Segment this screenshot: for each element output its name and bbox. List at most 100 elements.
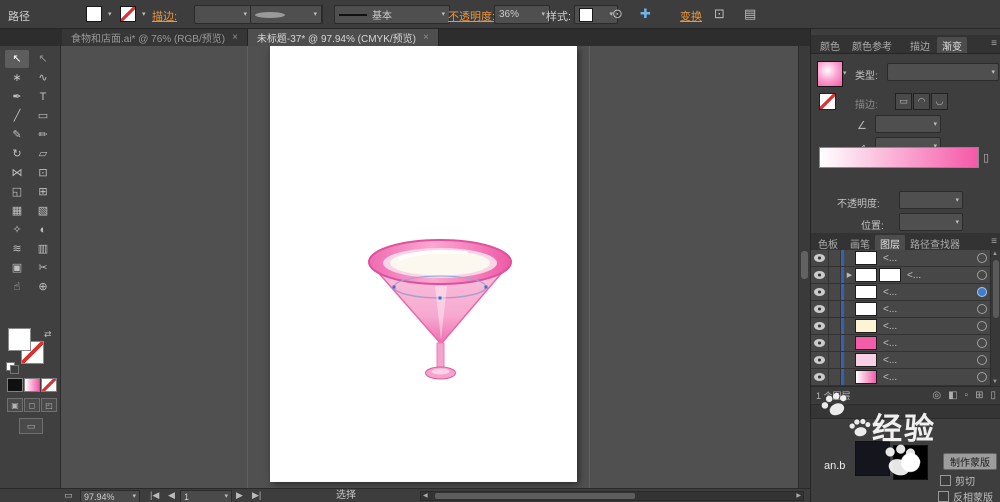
layer-label[interactable]: <...	[883, 253, 977, 264]
layer-target-icon[interactable]	[977, 270, 987, 280]
color-button[interactable]	[7, 378, 23, 392]
anchor-point[interactable]	[484, 285, 488, 289]
trash-icon[interactable]: ▯	[983, 151, 989, 164]
previous-artboard-icon[interactable]: ◀	[168, 491, 175, 500]
pencil-tool[interactable]: ✏	[31, 126, 55, 144]
canvas[interactable]	[60, 46, 810, 488]
brush-definition-dropdown[interactable]: 基本 ▾	[334, 5, 450, 24]
locate-object-icon[interactable]: ◎	[932, 390, 941, 401]
fill-color-dropdown[interactable]: ▾	[86, 6, 112, 22]
slice-tool[interactable]: ✂	[31, 259, 55, 277]
rectangle-tool[interactable]: ▭	[31, 107, 55, 125]
layer-label[interactable]: <...	[883, 321, 977, 332]
gradient-ramp[interactable]	[819, 147, 979, 168]
scale-tool[interactable]: ▱	[31, 145, 55, 163]
horizontal-scrollbar[interactable]: ◀ ▶	[420, 491, 804, 501]
screen-mode-button[interactable]: ▭	[19, 418, 43, 434]
lock-toggle[interactable]	[829, 352, 841, 368]
scroll-up-icon[interactable]: ▲	[992, 251, 998, 257]
lock-toggle[interactable]	[829, 267, 841, 283]
lock-toggle[interactable]	[829, 284, 841, 300]
anchor-point[interactable]	[392, 285, 396, 289]
vertical-guide-left[interactable]	[247, 46, 248, 488]
martini-glass-artwork[interactable]	[270, 46, 577, 482]
expand-icon[interactable]: ▶	[844, 271, 855, 279]
lock-toggle[interactable]	[829, 301, 841, 317]
vertical-scrollbar-thumb[interactable]	[801, 251, 808, 279]
vertical-scrollbar[interactable]	[798, 46, 810, 488]
stroke-color-dropdown[interactable]: ▾	[120, 6, 146, 22]
vertical-guide-right[interactable]	[589, 46, 590, 488]
layer-thumbnail[interactable]	[855, 268, 877, 282]
layer-thumbnail[interactable]	[855, 370, 877, 384]
lock-toggle[interactable]	[829, 250, 841, 266]
rotate-tool[interactable]: ↻	[5, 145, 29, 163]
swap-fill-stroke-icon[interactable]: ⇄	[44, 329, 52, 340]
close-icon[interactable]: ×	[423, 32, 429, 43]
magic-wand-tool[interactable]: ∗	[5, 69, 29, 87]
layer-label[interactable]: <...	[883, 287, 977, 298]
layer-thumbnail[interactable]	[855, 353, 877, 367]
object-thumbnail[interactable]	[855, 441, 890, 476]
draw-normal-button[interactable]: ▣	[7, 398, 23, 412]
layer-label[interactable]: <...	[883, 304, 977, 315]
stroke-panel-link[interactable]: 描边:	[152, 8, 177, 24]
stroke-weight-dropdown[interactable]: ▾	[194, 5, 252, 24]
symbol-sprayer-tool[interactable]: ≋	[5, 240, 29, 258]
make-mask-button[interactable]: 制作蒙版	[943, 453, 997, 470]
zoom-tool[interactable]: ⊕	[31, 278, 55, 296]
blend-tool[interactable]: ◐	[31, 221, 55, 239]
gradient-swatch[interactable]	[817, 61, 843, 87]
visibility-toggle[interactable]	[811, 335, 829, 351]
layer-thumbnail[interactable]	[879, 268, 901, 282]
last-artboard-icon[interactable]: ▶|	[252, 491, 261, 500]
opacity-dropdown[interactable]: 36% ▾	[494, 5, 550, 24]
layer-row[interactable]: <...	[811, 335, 1000, 352]
lock-toggle[interactable]	[829, 318, 841, 334]
layer-target-icon-selected[interactable]	[977, 287, 987, 297]
visibility-toggle[interactable]	[811, 284, 829, 300]
layer-label[interactable]: <...	[883, 338, 977, 349]
layer-thumbnail[interactable]	[855, 319, 877, 333]
visibility-toggle[interactable]	[811, 352, 829, 368]
layer-thumbnail[interactable]	[855, 285, 877, 299]
layer-row[interactable]: <...	[811, 369, 1000, 386]
width-tool[interactable]: ⋈	[5, 164, 29, 182]
tab-swatches[interactable]: 色板	[813, 235, 843, 251]
zoom-dropdown[interactable]: 97.94% ▾	[80, 490, 140, 502]
layer-row[interactable]: <...	[811, 352, 1000, 369]
none-button[interactable]	[41, 378, 57, 392]
column-graph-tool[interactable]: ▥	[31, 240, 55, 258]
layer-target-icon[interactable]	[977, 321, 987, 331]
layer-target-icon[interactable]	[977, 338, 987, 348]
gradient-type-dropdown[interactable]: ▾	[887, 63, 999, 81]
visibility-toggle[interactable]	[811, 250, 829, 266]
gradient-tool[interactable]: ▧	[31, 202, 55, 220]
fill-color-swatch[interactable]	[8, 328, 31, 351]
layers-scrollbar-thumb[interactable]	[993, 260, 999, 318]
tab-pathfinder[interactable]: 路径查找器	[905, 235, 965, 251]
scroll-right-icon[interactable]: ▶	[796, 493, 801, 499]
layer-label[interactable]: <...	[883, 372, 977, 383]
artboard[interactable]	[270, 46, 577, 482]
scroll-down-icon[interactable]: ▼	[992, 379, 998, 385]
layer-row[interactable]: <...	[811, 250, 1000, 267]
close-icon[interactable]: ×	[232, 32, 238, 43]
next-artboard-icon[interactable]: ▶	[236, 491, 243, 500]
width-profile-dropdown[interactable]: ▾	[250, 5, 322, 24]
gradient-button[interactable]	[24, 378, 40, 392]
more-options-icon[interactable]: ▤	[744, 7, 756, 20]
tab-color[interactable]: 颜色	[815, 37, 845, 53]
hand-tool[interactable]: ☝	[5, 278, 29, 296]
clip-checkbox-row[interactable]: 剪切	[940, 473, 975, 488]
anchor-point[interactable]	[438, 296, 442, 300]
draw-inside-button[interactable]: ◰	[41, 398, 57, 412]
artboard-tool[interactable]: ▣	[5, 259, 29, 277]
layer-thumbnail[interactable]	[855, 336, 877, 350]
delete-layer-icon[interactable]: ▯	[990, 390, 996, 401]
tab-layers[interactable]: 图层	[875, 235, 905, 251]
lock-toggle[interactable]	[829, 369, 841, 385]
tab-gradient[interactable]: 渐变	[937, 37, 967, 53]
layer-target-icon[interactable]	[977, 355, 987, 365]
transform-panel-link[interactable]: 变换	[680, 8, 702, 24]
